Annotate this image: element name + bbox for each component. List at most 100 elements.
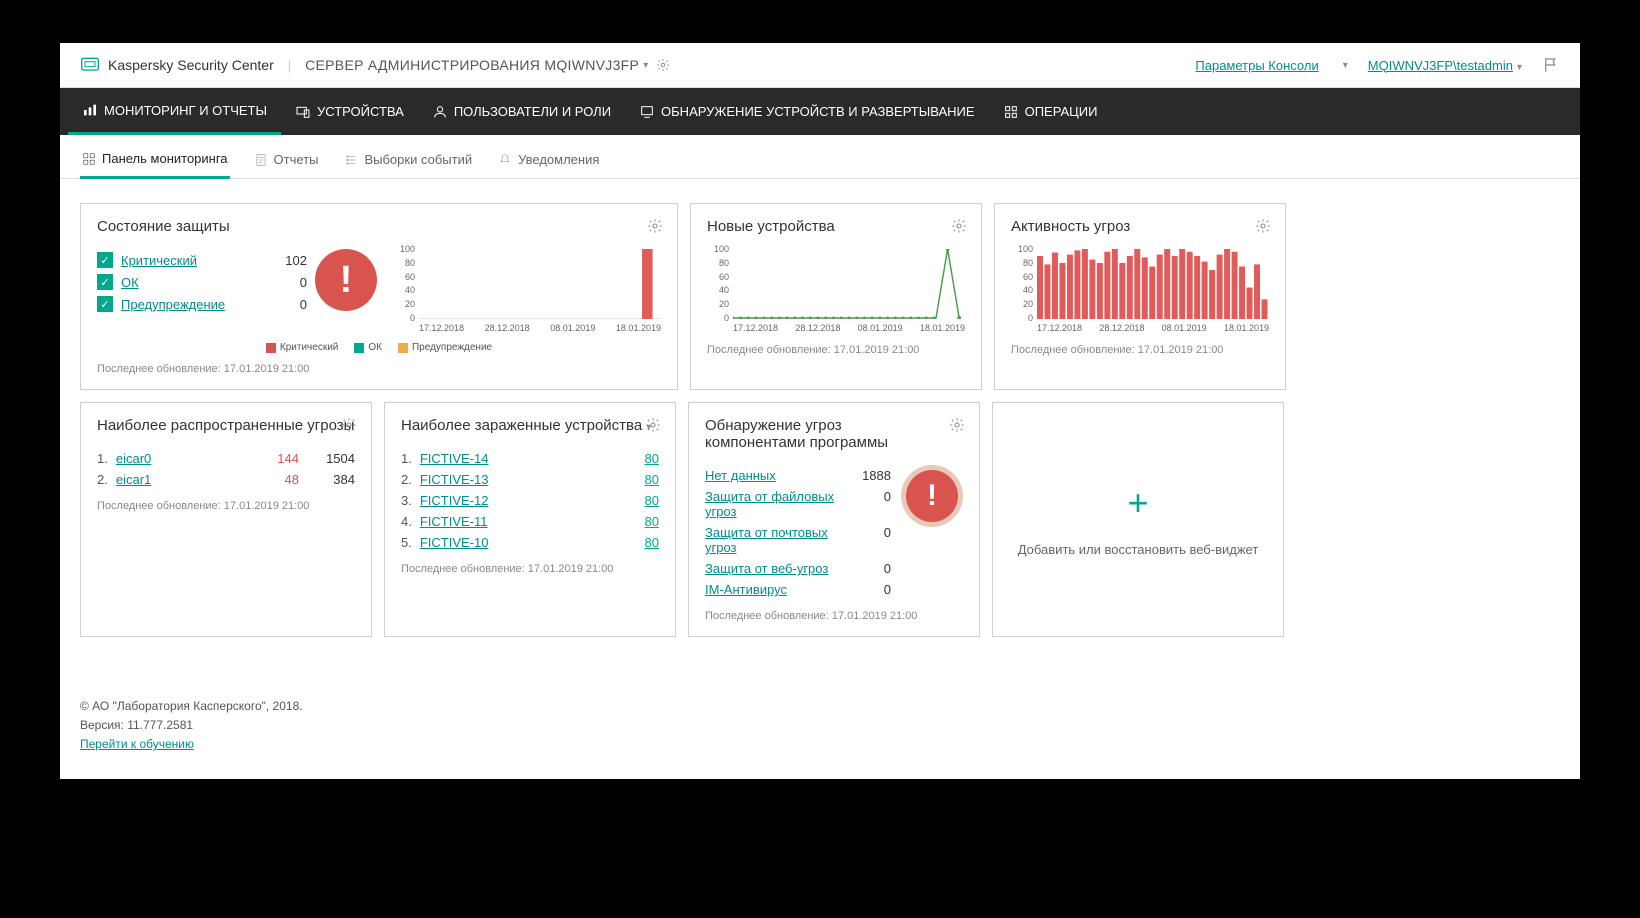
last-updated: Последнее обновление: 17.01.2019 21:00 [707, 344, 965, 356]
widget-settings-button[interactable] [647, 218, 663, 234]
alert-icon: ! [906, 470, 958, 522]
discovery-icon [639, 104, 655, 120]
nav-monitoring[interactable]: МОНИТОРИНГ И ОТЧЕТЫ [68, 88, 281, 135]
chart-area [733, 249, 965, 319]
kaspersky-logo-icon [80, 55, 100, 75]
status-item-critical: Критический102 [97, 249, 307, 271]
widget-title: Наиболее распространенные угрозы [97, 417, 355, 434]
status-item-ok: ОК0 [97, 271, 307, 293]
header: Kaspersky Security Center | СЕРВЕР АДМИН… [60, 43, 1580, 88]
main-nav: МОНИТОРИНГ И ОТЧЕТЫ УСТРОЙСТВА ПОЛЬЗОВАТ… [60, 88, 1580, 135]
user-link[interactable]: MQIWNVJ3FP\testadmin [1368, 58, 1513, 73]
training-link[interactable]: Перейти к обучению [80, 737, 194, 751]
devices-icon [295, 104, 311, 120]
events-icon [344, 153, 358, 167]
x-axis: 17.12.2018 28.12.2018 08.01.2019 18.01.2… [419, 323, 661, 333]
status-item-warning: Предупреждение0 [97, 293, 307, 315]
widget-common-threats: Наиболее распространенные угрозы 1.eicar… [80, 402, 372, 637]
y-axis: 100 80 60 40 20 0 [707, 249, 731, 318]
dashboard-content: Состояние защиты Критический102 ОК0 Пред… [60, 179, 1580, 673]
add-widget-button[interactable]: + Добавить или восстановить веб-виджет [992, 402, 1284, 637]
widget-title: Активность угроз [1011, 218, 1269, 235]
protection-chart: 100 80 60 40 20 0 [393, 249, 661, 334]
last-updated: Последнее обновление: 17.01.2019 21:00 [97, 500, 355, 512]
gear-icon [341, 417, 357, 433]
reports-icon [254, 153, 268, 167]
list-item: IM-Антивирус0 [705, 579, 891, 600]
header-right: Параметры Консоли ▾ MQIWNVJ3FP\testadmin ▾ [1195, 56, 1560, 74]
chevron-down-icon[interactable]: ▾ [1343, 60, 1348, 71]
tab-reports[interactable]: Отчеты [252, 145, 321, 178]
add-widget-label: Добавить или восстановить веб-виджет [1018, 542, 1259, 557]
nav-discovery[interactable]: ОБНАРУЖЕНИЕ УСТРОЙСТВ И РАЗВЕРТЫВАНИЕ [625, 88, 989, 135]
last-updated: Последнее обновление: 17.01.2019 21:00 [1011, 344, 1269, 356]
widget-infected-devices: Наиболее зараженные устройства▾ 1.FICTIV… [384, 402, 676, 637]
tab-notifications[interactable]: Уведомления [496, 145, 601, 178]
footer: © АО "Лаборатория Касперского", 2018. Ве… [60, 673, 1580, 779]
checkbox-icon[interactable] [97, 296, 113, 312]
chevron-down-icon[interactable]: ▾ [1517, 62, 1522, 73]
chart-icon [82, 102, 98, 118]
sub-nav: Панель мониторинга Отчеты Выборки событи… [60, 135, 1580, 179]
chart-area [419, 249, 661, 319]
list-item: 2.FICTIVE-1380 [401, 469, 659, 490]
users-icon [432, 104, 448, 120]
tab-events[interactable]: Выборки событий [342, 145, 474, 178]
x-axis: 17.12.2018 28.12.2018 08.01.2019 18.01.2… [733, 323, 965, 333]
gear-icon [656, 58, 670, 72]
list-item: 3.FICTIVE-1280 [401, 490, 659, 511]
gear-icon [949, 417, 965, 433]
status-list: Критический102 ОК0 Предупреждение0 [97, 249, 307, 334]
threat-activity-chart: 100 80 60 40 20 0 17.12.2018 28.12.2018 … [1011, 249, 1269, 334]
gear-icon [647, 218, 663, 234]
list-item: Защита от файловых угроз0 [705, 486, 891, 522]
y-axis: 100 80 60 40 20 0 [393, 249, 417, 318]
widget-settings-button[interactable] [949, 417, 965, 433]
widget-settings-button[interactable] [951, 218, 967, 234]
new-devices-chart: 100 80 60 40 20 0 [707, 249, 965, 334]
alert-icon: ! [315, 249, 377, 311]
list-item: 2.eicar148384 [97, 469, 355, 490]
last-updated: Последнее обновление: 17.01.2019 21:00 [97, 363, 661, 375]
plus-icon: + [1127, 482, 1148, 524]
chart-legend: Критический ОК Предупреждение [97, 342, 661, 353]
nav-users[interactable]: ПОЛЬЗОВАТЕЛИ И РОЛИ [418, 88, 625, 135]
widget-title: Обнаружение угроз компонентами программы [705, 417, 925, 451]
checkbox-icon[interactable] [97, 252, 113, 268]
list-item: 4.FICTIVE-1180 [401, 511, 659, 532]
list-item: 1.eicar01441504 [97, 448, 355, 469]
version: Версия: 11.777.2581 [80, 716, 1560, 735]
copyright: © АО "Лаборатория Касперского", 2018. [80, 697, 1560, 716]
widget-title: Состояние защиты [97, 218, 661, 235]
brand-name: Kaspersky Security Center [108, 57, 274, 73]
widget-settings-button[interactable] [341, 417, 357, 433]
nav-operations[interactable]: ОПЕРАЦИИ [989, 88, 1112, 135]
list-item: 5.FICTIVE-1080 [401, 532, 659, 553]
bell-icon [498, 153, 512, 167]
widget-threat-components: Обнаружение угроз компонентами программы… [688, 402, 980, 637]
y-axis: 100 80 60 40 20 0 [1011, 249, 1035, 318]
nav-devices[interactable]: УСТРОЙСТВА [281, 88, 418, 135]
widget-protection-status: Состояние защиты Критический102 ОК0 Пред… [80, 203, 678, 390]
widget-settings-button[interactable] [1255, 218, 1271, 234]
server-name[interactable]: СЕРВЕР АДМИНИСТРИРОВАНИЯ MQIWNVJ3FP [305, 57, 639, 73]
widget-title: Наиболее зараженные устройства▾ [401, 417, 659, 434]
server-settings-icon[interactable] [656, 58, 670, 72]
separator: | [288, 58, 291, 73]
gear-icon [951, 218, 967, 234]
gear-icon [645, 417, 661, 433]
chevron-down-icon[interactable]: ▾ [643, 60, 648, 71]
list-item: 1.FICTIVE-1480 [401, 448, 659, 469]
flag-icon[interactable] [1542, 56, 1560, 74]
x-axis: 17.12.2018 28.12.2018 08.01.2019 18.01.2… [1037, 323, 1269, 333]
operations-icon [1003, 104, 1019, 120]
tab-dashboard[interactable]: Панель мониторинга [80, 145, 230, 179]
checkbox-icon[interactable] [97, 274, 113, 290]
console-params-link[interactable]: Параметры Консоли [1195, 58, 1318, 73]
widget-title: Новые устройства [707, 218, 965, 235]
logo: Kaspersky Security Center [80, 55, 274, 75]
last-updated: Последнее обновление: 17.01.2019 21:00 [401, 563, 659, 575]
gear-icon [1255, 218, 1271, 234]
list-item: Защита от почтовых угроз0 [705, 522, 891, 558]
widget-settings-button[interactable] [645, 417, 661, 433]
